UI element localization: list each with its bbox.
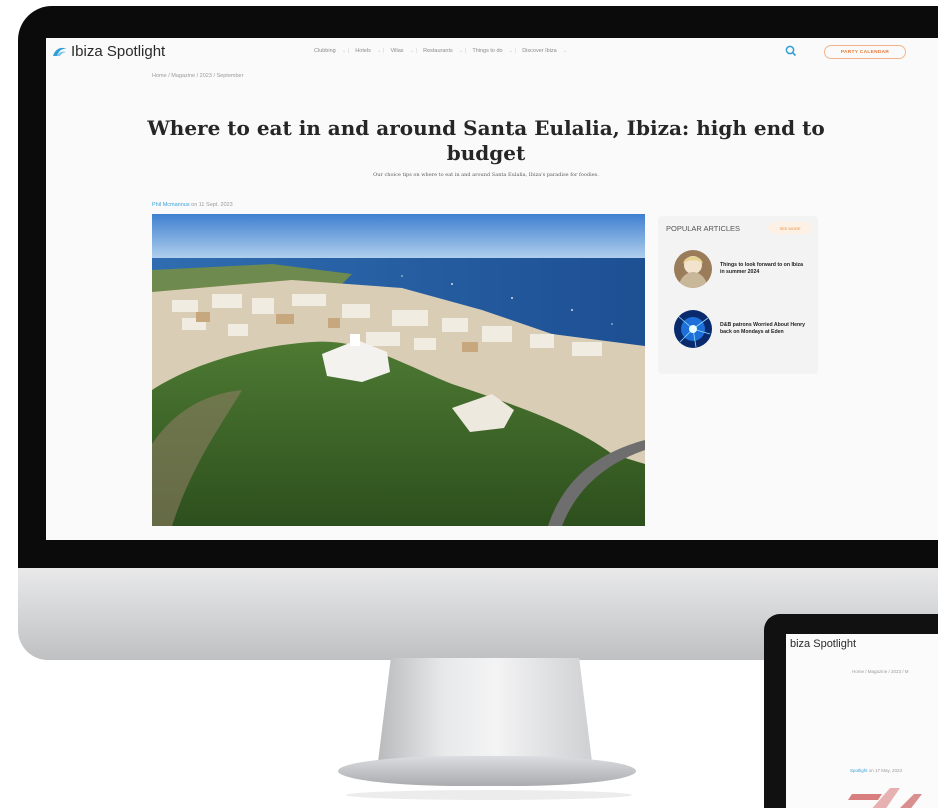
nav-item-hotels[interactable]: Hotels [355,48,371,54]
nav-item-clubbing[interactable]: Clubbing [314,48,336,54]
popular-articles-panel: POPULAR ARTICLES SEE MORE Things to look… [658,216,818,374]
main-nav: Clubbing ⌄ | Hotels ⌄ | Villas ⌄ | Restaura… [314,48,567,54]
site-logo[interactable]: Ibiza Spotlight [52,43,165,60]
article-byline: Phil Mcmannus on 11 Sept. 2023 [152,202,233,208]
article-thumbnail [674,250,712,288]
article-thumbnail [674,310,712,348]
article-subtitle: Our choice tips on where to eat in and a… [373,172,599,178]
monitor-stand-neck [378,658,592,762]
tablet-author-link[interactable]: Spotlight [850,768,868,773]
popular-article-title[interactable]: Things to look forward to on Ibiza in su… [720,262,808,275]
popular-articles-heading: POPULAR ARTICLES [666,224,741,233]
stand-reflection [346,790,632,800]
nav-separator: ⌄ | [458,48,467,54]
tablet-hero-image [848,788,922,808]
popular-article-item[interactable]: Things to look forward to on Ibiza in su… [674,250,808,288]
nav-separator: ⌄ | [508,48,517,54]
see-more-button[interactable]: SEE MORE [768,222,812,234]
monitor-screen: Ibiza Spotlight Clubbing ⌄ | Hotels ⌄ | Vi… [46,38,938,540]
site-header: Ibiza Spotlight Clubbing ⌄ | Hotels ⌄ | Vi… [46,38,938,68]
nav-item-discover-ibiza[interactable]: Discover Ibiza [522,48,557,54]
nav-item-villas[interactable]: Villas [390,48,403,54]
breadcrumb[interactable]: Home / Magazine / 2023 / September [152,73,243,79]
nav-item-things-to-do[interactable]: Things to do [472,48,502,54]
nav-item-restaurants[interactable]: Restaurants [423,48,453,54]
tablet-breadcrumb[interactable]: Home / Magazine / 2023 / M [852,669,909,674]
article-title: Where to eat in and around Santa Eulalia… [147,116,825,165]
wave-logo-icon [53,47,67,56]
tablet-publish-date: on 17 May, 2023 [868,768,902,773]
nav-separator: ⌄ | [409,48,418,54]
monitor-stand-base [338,756,636,786]
tablet-byline: Spotlight on 17 May, 2023 [850,768,902,773]
party-calendar-button[interactable]: PARTY CALENDAR [824,45,906,59]
search-icon[interactable] [784,44,798,58]
publish-date: on 11 Sept. 2023 [191,202,233,208]
nav-separator: ⌄ | [341,48,350,54]
popular-article-item[interactable]: D&B patrons Worried About Henry back on … [674,310,808,348]
tablet-site-name[interactable]: biza Spotlight [790,638,856,650]
popular-article-title[interactable]: D&B patrons Worried About Henry back on … [720,322,808,335]
device-mockup: Ibiza Spotlight Clubbing ⌄ | Hotels ⌄ | Vi… [0,0,938,808]
tablet-screen: biza Spotlight Home / Magazine / 2023 / … [786,634,938,808]
author-link[interactable]: Phil Mcmannus [152,202,190,208]
nav-separator: ⌄ [562,48,568,54]
site-name: Ibiza Spotlight [71,43,166,60]
hero-image [152,214,645,526]
nav-separator: ⌄ | [376,48,385,54]
